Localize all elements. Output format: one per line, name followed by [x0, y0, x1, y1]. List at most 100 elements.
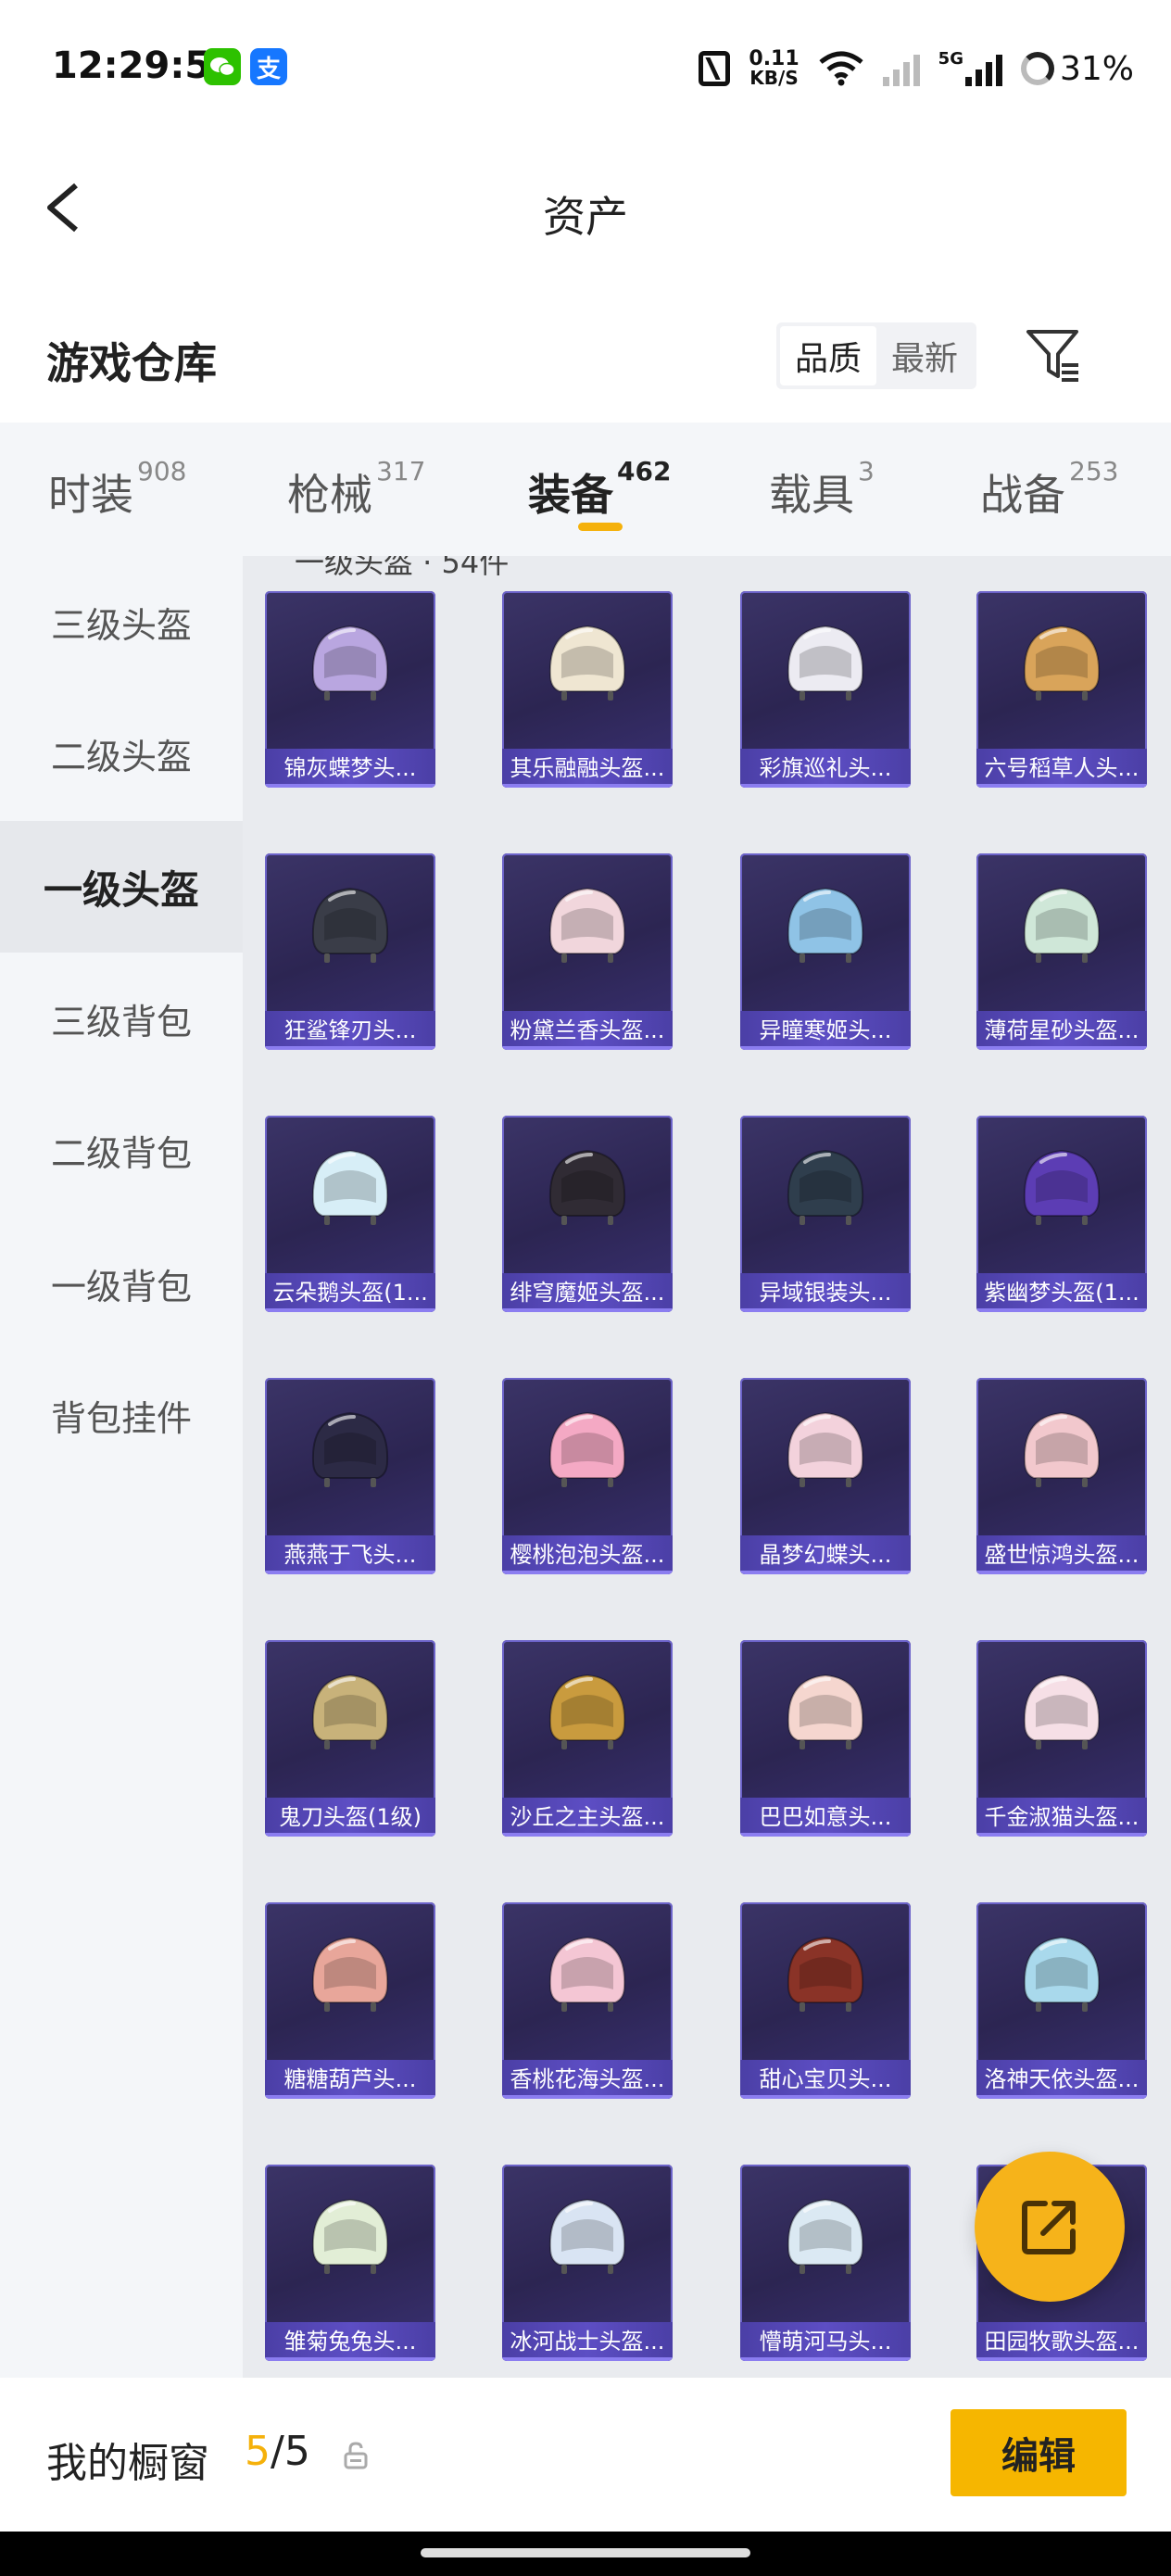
sidebar-item-level3-helmet[interactable]: 三级头盔: [0, 556, 243, 688]
item-card[interactable]: 云朵鹅头盔(1...: [265, 1116, 435, 1312]
card-edge: [502, 784, 673, 788]
item-card[interactable]: 燕燕于飞头...: [265, 1378, 435, 1574]
item-card[interactable]: 狂鲨锋刃头...: [265, 853, 435, 1050]
item-card[interactable]: 洛神天依头盔...: [976, 1902, 1147, 2099]
filter-icon[interactable]: [1025, 326, 1084, 385]
sidebar-item-level2-backpack[interactable]: 二级背包: [0, 1084, 243, 1216]
item-card[interactable]: 千金淑猫头盔...: [976, 1640, 1147, 1837]
card-edge: [265, 1308, 435, 1312]
tab-label: 装备: [528, 470, 613, 520]
card-edge: [502, 1308, 673, 1312]
sort-quality-button[interactable]: 品质: [780, 326, 877, 385]
item-card[interactable]: 冰河战士头盔...: [502, 2165, 673, 2361]
item-card[interactable]: 彩旗巡礼头...: [740, 591, 911, 788]
item-card[interactable]: 香桃花海头盔...: [502, 1902, 673, 2099]
item-card[interactable]: 巴巴如意头...: [740, 1640, 911, 1837]
helmet-icon: [311, 2198, 389, 2274]
status-bar: 12:29:50 支 0.11 KB/S 5G 31%: [0, 0, 1171, 139]
edit-button[interactable]: 编辑: [951, 2409, 1127, 2496]
item-card[interactable]: 粉黛兰香头盔...: [502, 853, 673, 1050]
item-name: 燕燕于飞头...: [265, 1535, 435, 1574]
sidebar-item-level2-helmet[interactable]: 二级头盔: [0, 688, 243, 819]
item-card[interactable]: 懵萌河马头...: [740, 2165, 911, 2361]
item-card[interactable]: 糖糖葫芦头...: [265, 1902, 435, 2099]
tab-supplies[interactable]: 战备 253: [980, 456, 1118, 523]
item-name: 彩旗巡礼头...: [740, 749, 911, 788]
category-tabs: 时装 908 枪械 317 装备 462 载具 3 战备 253: [0, 423, 1171, 556]
tab-label: 时装: [48, 470, 133, 520]
item-name: 绯穹魔姬头盔...: [502, 1273, 673, 1312]
home-indicator[interactable]: [421, 2548, 750, 2557]
item-card[interactable]: 雏菊兔兔头...: [265, 2165, 435, 2361]
network-speed-value: 0.11: [749, 47, 800, 70]
tab-equipment[interactable]: 装备 462: [528, 456, 671, 523]
item-name: 异瞳寒姬头...: [740, 1011, 911, 1050]
item-name: 晶梦幻蝶头...: [740, 1535, 911, 1574]
sidebar-item-level1-helmet[interactable]: 一级头盔: [0, 821, 243, 953]
helmet-icon: [1023, 1411, 1101, 1487]
sidebar-item-level3-backpack[interactable]: 三级背包: [0, 953, 243, 1084]
item-name: 六号稻草人头...: [976, 749, 1147, 788]
item-name: 紫幽梦头盔(1...: [976, 1273, 1147, 1312]
item-card[interactable]: 薄荷星砂头盔...: [976, 853, 1147, 1050]
tab-firearms[interactable]: 枪械 317: [287, 456, 425, 523]
card-edge: [740, 784, 911, 788]
showcase-bar: 我的橱窗 5/5 编辑: [0, 2378, 1171, 2532]
wifi-icon: [819, 51, 863, 86]
helmet-icon: [311, 887, 389, 963]
card-edge: [740, 1571, 911, 1574]
item-card[interactable]: 樱桃泡泡头盔...: [502, 1378, 673, 1574]
item-name: 粉黛兰香头盔...: [502, 1011, 673, 1050]
tab-fashion[interactable]: 时装 908: [48, 456, 186, 523]
item-card[interactable]: 沙丘之主头盔...: [502, 1640, 673, 1837]
sort-newest-button[interactable]: 最新: [876, 326, 973, 385]
card-edge: [976, 1833, 1147, 1837]
helmet-icon: [787, 887, 864, 963]
sidebar-item-backpack-pendant[interactable]: 背包挂件: [0, 1349, 243, 1481]
alipay-icon: 支: [250, 48, 287, 85]
tab-count: 462: [617, 456, 672, 486]
sidebar-item-level1-backpack[interactable]: 一级背包: [0, 1218, 243, 1349]
active-tab-indicator: [578, 523, 623, 531]
helmet-icon: [548, 2198, 626, 2274]
helmet-icon: [1023, 1149, 1101, 1225]
tab-label: 载具: [769, 470, 854, 520]
item-name: 雏菊兔兔头...: [265, 2322, 435, 2361]
share-icon: [1022, 2201, 1076, 2254]
helmet-icon: [787, 625, 864, 701]
item-name: 云朵鹅头盔(1...: [265, 1273, 435, 1312]
card-edge: [265, 2357, 435, 2361]
card-edge: [740, 2095, 911, 2099]
card-edge: [976, 1571, 1147, 1574]
warehouse-bar: 游戏仓库 品质 最新: [0, 278, 1171, 423]
item-name: 异域银装头...: [740, 1273, 911, 1312]
helmet-icon: [1023, 1936, 1101, 2012]
item-card[interactable]: 六号稻草人头...: [976, 591, 1147, 788]
item-card[interactable]: 锦灰蝶梦头...: [265, 591, 435, 788]
share-button[interactable]: [975, 2152, 1125, 2302]
subcategory-sidebar: 三级头盔 二级头盔 一级头盔 三级背包 二级背包 一级背包 背包挂件: [0, 556, 243, 2378]
card-edge: [502, 1571, 673, 1574]
tab-count: 3: [858, 456, 875, 486]
helmet-icon: [311, 1411, 389, 1487]
item-card[interactable]: 甜心宝贝头...: [740, 1902, 911, 2099]
helmet-icon: [311, 1936, 389, 2012]
item-card[interactable]: 绯穹魔姬头盔...: [502, 1116, 673, 1312]
item-card[interactable]: 异域银装头...: [740, 1116, 911, 1312]
helmet-icon: [787, 1936, 864, 2012]
item-name: 巴巴如意头...: [740, 1798, 911, 1837]
lock-icon: [344, 2442, 368, 2469]
helmet-icon: [787, 1411, 864, 1487]
item-card[interactable]: 鬼刀头盔(1级): [265, 1640, 435, 1837]
item-card[interactable]: 其乐融融头盔...: [502, 591, 673, 788]
item-card[interactable]: 晶梦幻蝶头...: [740, 1378, 911, 1574]
tab-vehicles[interactable]: 载具 3: [769, 456, 875, 523]
helmet-icon: [548, 887, 626, 963]
tab-label: 战备: [980, 470, 1065, 520]
page-title: 资产: [543, 192, 628, 242]
page-header: 资产: [0, 139, 1171, 278]
item-card[interactable]: 盛世惊鸿头盔...: [976, 1378, 1147, 1574]
item-card[interactable]: 异瞳寒姬头...: [740, 853, 911, 1050]
card-edge: [265, 1833, 435, 1837]
item-card[interactable]: 紫幽梦头盔(1...: [976, 1116, 1147, 1312]
